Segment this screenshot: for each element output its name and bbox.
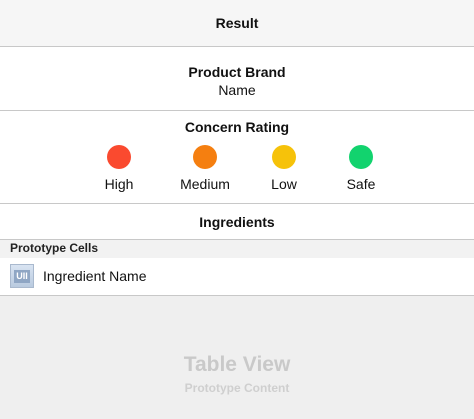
concern-rating-section: Concern Rating High Medium Low Safe	[0, 111, 474, 204]
safe-indicator-dot	[349, 145, 373, 169]
icon-text: UII	[14, 269, 30, 283]
prototype-cells-label: Prototype Cells	[10, 241, 99, 255]
ingredients-title: Ingredients	[199, 213, 275, 230]
product-name: Name	[218, 82, 256, 98]
rating-medium-label: Medium	[180, 176, 230, 192]
product-brand-title: Product Brand	[188, 64, 286, 80]
navigation-bar: Result	[0, 0, 474, 47]
ingredient-cell[interactable]: UII Ingredient Name	[0, 258, 474, 296]
result-screen: Result Product Brand Name Concern Rating…	[0, 0, 474, 419]
ingredients-header: Ingredients	[0, 204, 474, 240]
medium-indicator-dot	[193, 145, 217, 169]
product-brand-section: Product Brand Name	[0, 47, 474, 111]
rating-high-label: High	[104, 176, 134, 192]
rating-safe-label: Safe	[346, 176, 376, 192]
ingredient-name-label: Ingredient Name	[43, 268, 147, 284]
table-view-placeholder: Table View Prototype Content	[0, 296, 474, 419]
placeholder-title: Table View	[183, 353, 291, 376]
rating-medium[interactable]: Medium	[160, 145, 250, 192]
concern-rating-title: Concern Rating	[184, 119, 290, 135]
nav-title: Result	[215, 15, 259, 31]
rating-high[interactable]: High	[74, 145, 164, 192]
ui-image-placeholder-icon: UII	[10, 264, 34, 288]
placeholder-subtitle: Prototype Content	[184, 381, 290, 395]
rating-safe[interactable]: Safe	[316, 145, 406, 192]
low-indicator-dot	[272, 145, 296, 169]
prototype-cells-header: Prototype Cells	[0, 240, 474, 258]
high-indicator-dot	[107, 145, 131, 169]
